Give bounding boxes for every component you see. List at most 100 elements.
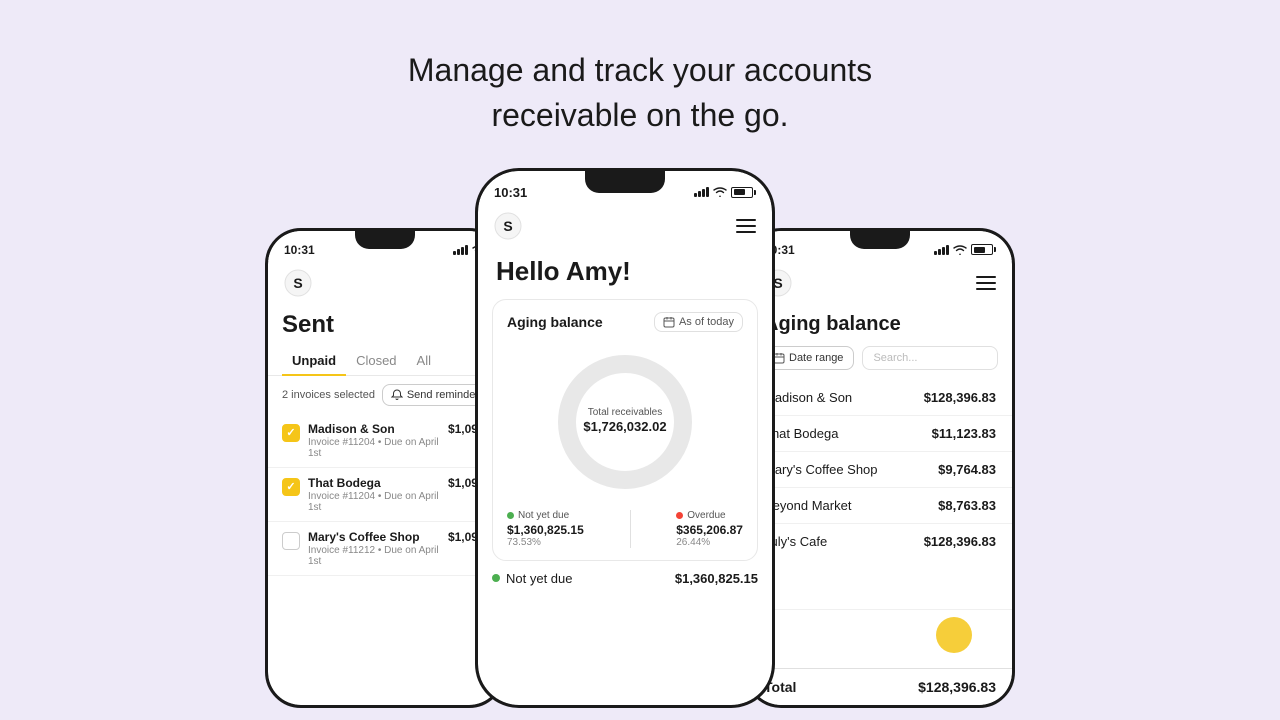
time-left: 10:31 bbox=[284, 243, 315, 257]
headline-line2: receivable on the go. bbox=[491, 97, 788, 133]
client-list: Madison & Son $128,396.83 That Bodega $1… bbox=[748, 380, 1012, 610]
green-dot bbox=[507, 512, 514, 519]
status-icons-center bbox=[694, 187, 756, 198]
notch-left bbox=[355, 231, 415, 249]
tooltip-circle bbox=[936, 617, 972, 653]
aging-balance-card: Aging balance As of today bbox=[492, 299, 758, 561]
donut-center: Total receivables $1,726,032.02 bbox=[583, 407, 666, 436]
invoice-sub-2: Invoice #11212 • Due on April 1st bbox=[308, 545, 440, 567]
total-bar-value: $128,396.83 bbox=[918, 679, 996, 695]
legend-pct-overdue: 26.44% bbox=[676, 537, 743, 548]
greeting: Hello Amy! bbox=[478, 248, 772, 299]
legend-value-overdue: $365,206.87 bbox=[676, 523, 743, 537]
menu-button-right[interactable] bbox=[976, 276, 996, 290]
notch-right bbox=[850, 231, 910, 249]
headline-line1: Manage and track your accounts bbox=[408, 52, 872, 88]
invoice-list: Madison & Son Invoice #11204 • Due on Ap… bbox=[268, 414, 502, 576]
sent-title: Sent bbox=[268, 305, 502, 347]
client-row-2: Mary's Coffee Shop $9,764.83 bbox=[748, 452, 1012, 488]
invoice-item-2: Mary's Coffee Shop Invoice #11212 • Due … bbox=[268, 522, 502, 576]
center-phone: 10:31 bbox=[475, 168, 775, 708]
aging-balance-header: Aging balance As of today bbox=[507, 312, 743, 332]
aging-balance-title-right: Aging balance bbox=[748, 305, 1012, 346]
client-name-0: Madison & Son bbox=[764, 390, 852, 405]
client-amount-4: $128,396.83 bbox=[924, 534, 996, 549]
app-header-center: S bbox=[478, 204, 772, 248]
tab-all[interactable]: All bbox=[407, 347, 441, 376]
send-reminder-button[interactable]: Send reminder bbox=[382, 384, 488, 406]
selected-count: 2 invoices selected bbox=[282, 389, 375, 401]
signal-right bbox=[934, 245, 949, 255]
invoice-info-2: Mary's Coffee Shop Invoice #11212 • Due … bbox=[308, 530, 440, 567]
date-range-button[interactable]: Date range bbox=[762, 346, 854, 370]
legend-label-overdue: Overdue bbox=[687, 510, 725, 521]
invoice-info-1: That Bodega Invoice #11204 • Due on Apri… bbox=[308, 476, 440, 513]
client-amount-0: $128,396.83 bbox=[924, 390, 996, 405]
filter-row: Date range Search... bbox=[748, 346, 1012, 380]
checkbox-0[interactable] bbox=[282, 424, 300, 442]
wifi-right bbox=[953, 245, 967, 255]
legend-dot-label-nyd: Not yet due bbox=[507, 510, 584, 521]
app-header-left: S bbox=[268, 261, 502, 305]
logo-left: S bbox=[284, 269, 312, 297]
legend-label-nyd: Not yet due bbox=[518, 510, 569, 521]
signal-left bbox=[453, 245, 468, 255]
bell-icon bbox=[391, 389, 403, 401]
client-row-3: Beyond Market $8,763.83 bbox=[748, 488, 1012, 524]
svg-text:S: S bbox=[293, 275, 302, 291]
tab-unpaid[interactable]: Unpaid bbox=[282, 347, 346, 376]
headline: Manage and track your accounts receivabl… bbox=[408, 48, 872, 138]
invoice-item-0: Madison & Son Invoice #11204 • Due on Ap… bbox=[268, 414, 502, 468]
red-dot bbox=[676, 512, 683, 519]
search-input[interactable]: Search... bbox=[862, 346, 998, 370]
search-placeholder: Search... bbox=[873, 352, 917, 364]
total-value: $1,726,032.02 bbox=[583, 419, 666, 434]
svg-text:S: S bbox=[503, 218, 512, 234]
client-amount-1: $11,123.83 bbox=[932, 426, 996, 441]
nyd-value: $1,360,825.15 bbox=[675, 571, 758, 586]
nyd-label: Not yet due bbox=[492, 571, 573, 586]
legend-value-nyd: $1,360,825.15 bbox=[507, 523, 584, 537]
client-row-0: Madison & Son $128,396.83 bbox=[748, 380, 1012, 416]
client-name-3: Beyond Market bbox=[764, 498, 851, 513]
legend-pct-nyd: 73.53% bbox=[507, 537, 584, 548]
client-name-2: Mary's Coffee Shop bbox=[764, 462, 878, 477]
donut-chart: Total receivables $1,726,032.02 bbox=[507, 342, 743, 502]
logo-center: S bbox=[494, 212, 522, 240]
legend-item-overdue: Overdue $365,206.87 26.44% bbox=[676, 510, 743, 548]
battery-center bbox=[731, 187, 756, 198]
aging-balance-title: Aging balance bbox=[507, 314, 603, 330]
date-label: As of today bbox=[679, 316, 734, 328]
date-badge[interactable]: As of today bbox=[654, 312, 743, 332]
app-header-right: S bbox=[748, 261, 1012, 305]
client-row-1: That Bodega $11,123.83 bbox=[748, 416, 1012, 452]
left-phone: 10:31 S bbox=[265, 228, 505, 708]
tabs-row: Unpaid Closed All bbox=[268, 347, 502, 376]
calendar-icon bbox=[663, 316, 675, 328]
selected-bar: 2 invoices selected Send reminder bbox=[268, 376, 502, 414]
legend-row: Not yet due $1,360,825.15 73.53% Overdue… bbox=[507, 510, 743, 548]
status-icons-right bbox=[934, 244, 996, 255]
client-amount-3: $8,763.83 bbox=[938, 498, 996, 513]
menu-button-center[interactable] bbox=[736, 219, 756, 233]
invoice-name-2: Mary's Coffee Shop bbox=[308, 530, 440, 544]
invoice-name-1: That Bodega bbox=[308, 476, 440, 490]
checkbox-2[interactable] bbox=[282, 532, 300, 550]
total-bar: Total $128,396.83 bbox=[748, 668, 1012, 705]
nyd-row: Not yet due $1,360,825.15 bbox=[478, 561, 772, 592]
legend-item-nyd: Not yet due $1,360,825.15 73.53% bbox=[507, 510, 584, 548]
phones-container: 10:31 S bbox=[0, 168, 1280, 708]
wifi-center bbox=[713, 187, 727, 197]
invoice-sub-1: Invoice #11204 • Due on April 1st bbox=[308, 491, 440, 513]
checkbox-1[interactable] bbox=[282, 478, 300, 496]
client-row-4: July's Cafe $128,396.83 bbox=[748, 524, 1012, 610]
total-label: Total receivables bbox=[583, 407, 666, 418]
date-range-label: Date range bbox=[789, 352, 843, 364]
invoice-info-0: Madison & Son Invoice #11204 • Due on Ap… bbox=[308, 422, 440, 459]
legend-dot-label-overdue: Overdue bbox=[676, 510, 743, 521]
send-reminder-label: Send reminder bbox=[407, 389, 479, 401]
battery-right bbox=[971, 244, 996, 255]
time-center: 10:31 bbox=[494, 185, 527, 200]
tab-closed[interactable]: Closed bbox=[346, 347, 406, 376]
signal-center bbox=[694, 187, 709, 197]
